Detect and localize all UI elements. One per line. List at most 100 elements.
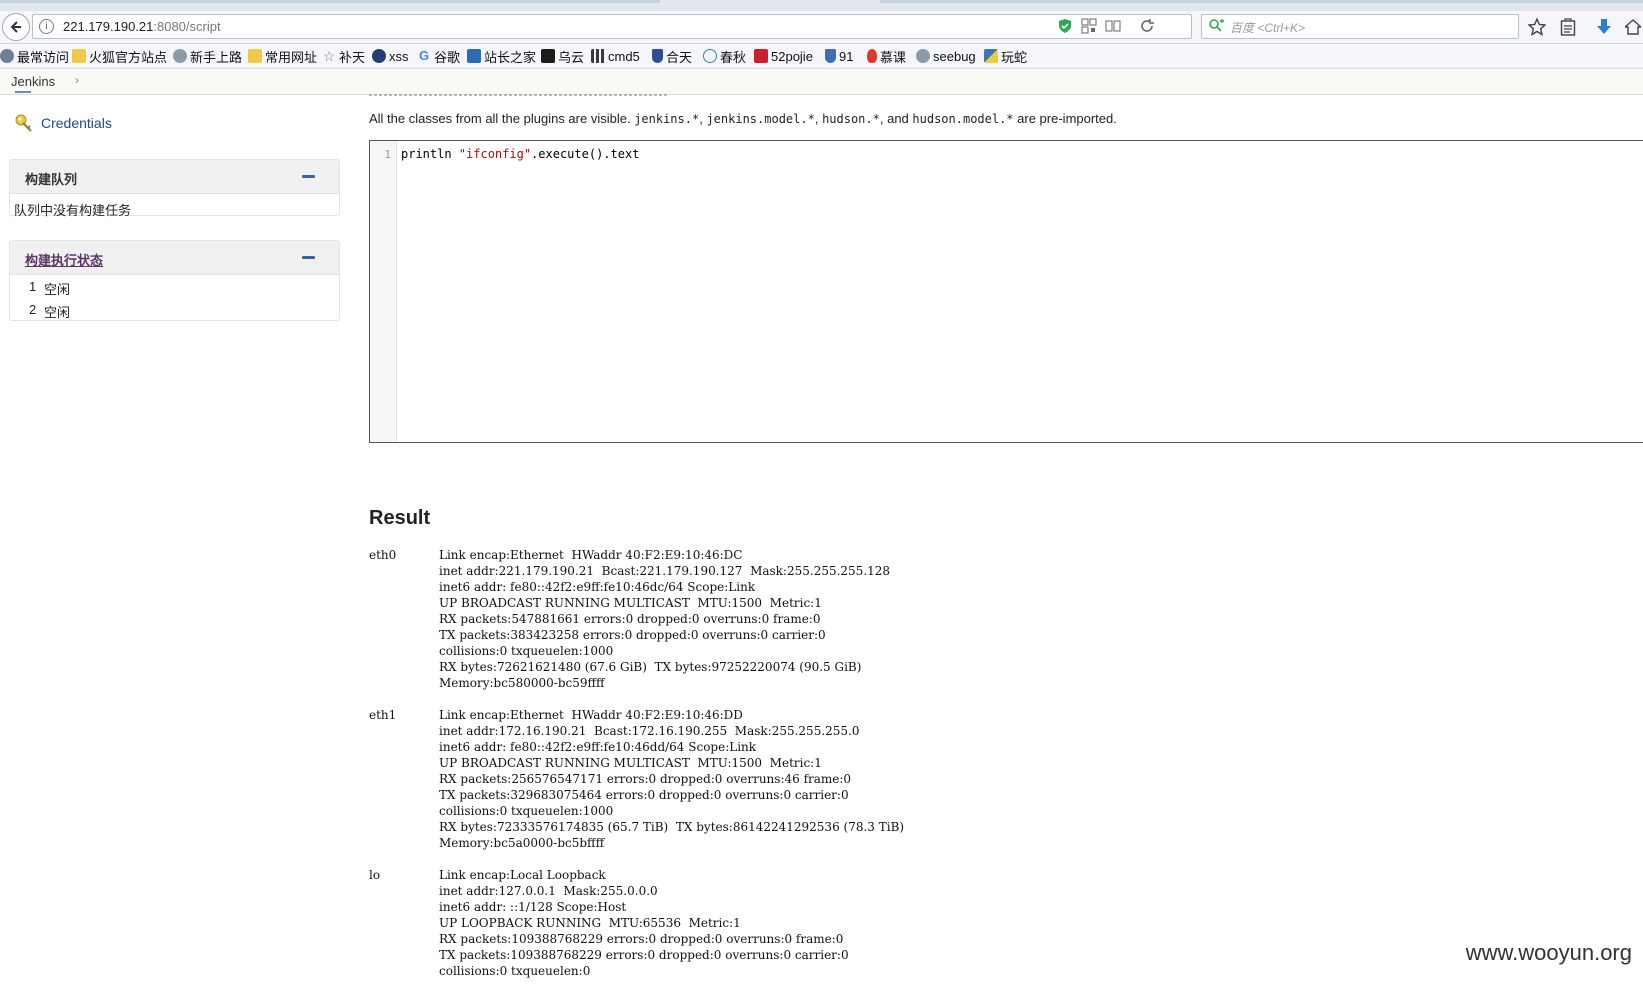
shield-icon[interactable] [1057,18,1073,34]
url-text: 221.179.190.21:8080/script [63,19,221,34]
tab-shadow [880,0,1643,3]
bookmark-item[interactable]: 新手上路 [173,46,242,66]
output-line: inet6 addr: ::1/128 Scope:Host [439,900,627,914]
output-line: RX packets:256576547171 errors:0 dropped… [439,772,852,786]
star-icon: ☆ [322,48,336,64]
output-line: TX packets:383423258 errors:0 dropped:0 … [439,628,826,642]
shield-icon [652,49,663,63]
intro-separator: , and [879,111,913,126]
bookmark-label: 91 [839,48,854,64]
flame-icon [867,49,877,63]
sidebar-item-partial[interactable] [12,91,41,101]
bookmark-item[interactable]: 站长之家 [467,46,536,66]
gear-icon [0,49,14,63]
breadcrumb-jenkins[interactable]: Jenkins [11,74,55,89]
home-icon [1625,19,1641,35]
qr-code-icon[interactable] [1081,18,1097,34]
executor-status: 空闲 [44,305,71,320]
navigation-toolbar: i 221.179.190.21:8080/script 百度 <Ctrl+K> [0,11,1643,44]
bookmark-label: 火狐官方站点 [89,49,168,65]
bookmark-item[interactable]: ☆ 补天 [322,46,365,66]
executors-title-link[interactable]: 构建执行状态 [25,250,103,269]
result-heading: Result [369,507,431,529]
bookmark-item[interactable]: G 谷歌 [417,46,460,66]
bookmark-label: xss [389,48,409,64]
output-line: inet addr:127.0.0.1 Mask:255.0.0.0 [439,884,658,898]
build-queue-empty-text: 队列中没有构建任务 [14,203,132,218]
bookmark-label: 乌云 [558,49,585,65]
bookmark-label: 补天 [339,49,366,65]
bookmark-item[interactable]: 最常访问 [0,46,69,66]
clipboard-icon [1560,18,1576,36]
bookmark-star-button[interactable] [1527,17,1547,37]
interface-details: Link encap:Ethernet HWaddr 40:F2:E9:10:4… [439,708,904,852]
output-line: Link encap:Ethernet HWaddr 40:F2:E9:10:4… [439,548,743,562]
package-name: hudson.* [822,112,880,126]
script-editor[interactable]: 1 println "ifconfig".execute().text [369,140,1643,443]
output-line: RX packets:547881661 errors:0 dropped:0 … [439,612,821,626]
output-line: inet6 addr: fe80::42f2:e9ff:fe10:46dc/64… [439,580,756,594]
output-line: collisions:0 txqueuelen:0 [439,964,591,978]
intro-separator: , [814,111,823,126]
code-method: .execute().text [531,147,640,161]
script-code[interactable]: println "ifconfig".execute().text [401,147,639,161]
folder-icon [72,49,86,63]
output-line: Memory:bc580000-bc59ffff [439,676,605,690]
bookmark-label: 新手上路 [190,49,243,65]
interface-details: Link encap:Local Loopback inet addr:127.… [439,868,849,980]
bookmark-item[interactable]: xss [372,46,409,66]
intro-text: are pre-imported. [1013,111,1117,126]
url-host: 221.179.190.21 [63,19,154,34]
bookmark-label: 合天 [666,49,693,65]
output-line: collisions:0 txqueuelen:1000 [439,804,614,818]
home-button[interactable] [1625,17,1641,37]
package-name: jenkins.* [634,112,700,126]
reload-icon[interactable] [1139,18,1155,34]
box-icon [754,49,768,63]
sidebar-item-label: Credentials [41,115,112,131]
bookmark-item[interactable]: 常用网址 [248,46,317,66]
bookmark-item[interactable]: 玩蛇 [984,46,1027,66]
executor-row: 1 空闲 [10,275,339,298]
interface-name: eth1 [369,708,397,722]
bookmark-item[interactable]: 火狐官方站点 [72,46,167,66]
output-line: UP LOOPBACK RUNNING MTU:65536 Metric:1 [439,916,741,930]
credentials-icon [15,114,32,132]
build-queue-pane: 构建队列 队列中没有构建任务 [9,159,340,218]
output-line: UP BROADCAST RUNNING MULTICAST MTU:1500 … [439,596,822,610]
search-input[interactable]: 百度 <Ctrl+K> [1201,14,1519,39]
bookmark-item[interactable]: 慕课 [867,46,906,66]
url-bar[interactable]: i 221.179.190.21:8080/script [32,14,1192,39]
collapse-icon[interactable] [302,175,315,178]
bookmark-item[interactable]: 春秋 [703,46,746,66]
reader-view-icon[interactable] [1105,18,1121,34]
code-keyword: println [401,147,459,161]
search-engine-icon[interactable] [1208,18,1226,34]
bookmark-label: 站长之家 [484,49,537,65]
python-icon [984,49,998,63]
executor-number: 1 [29,279,37,294]
executor-number: 2 [29,302,37,317]
output-line: inet addr:221.179.190.21 Bcast:221.179.1… [439,564,891,578]
breadcrumb-chevron-icon[interactable]: › [75,73,79,87]
bookmark-label: 玩蛇 [1001,49,1028,65]
collapse-icon[interactable] [302,256,315,259]
back-button[interactable] [2,13,30,41]
grid-icon [591,49,605,63]
sidebar: Credentials 构建队列 队列中没有构建任务 构建执行状态 1 空闲 2… [0,91,345,985]
bookmark-item[interactable]: cmd5 [591,46,640,66]
search-placeholder: 百度 <Ctrl+K> [1230,21,1306,35]
info-icon[interactable]: i [39,19,54,34]
bookmark-item[interactable]: seebug [916,46,976,66]
executor-status: 空闲 [44,282,71,297]
bookmark-item[interactable]: 91 [825,46,853,66]
bookmark-item[interactable]: 乌云 [541,46,584,66]
line-number: 1 [384,148,391,161]
bookmark-item[interactable]: 合天 [652,46,692,66]
library-button[interactable] [1558,17,1578,37]
build-queue-title: 构建队列 [25,172,78,187]
bookmark-item[interactable]: 52pojie [754,46,813,66]
output-line: UP BROADCAST RUNNING MULTICAST MTU:1500 … [439,756,822,770]
sidebar-item-credentials[interactable]: Credentials [12,112,112,134]
downloads-button[interactable] [1594,17,1614,37]
